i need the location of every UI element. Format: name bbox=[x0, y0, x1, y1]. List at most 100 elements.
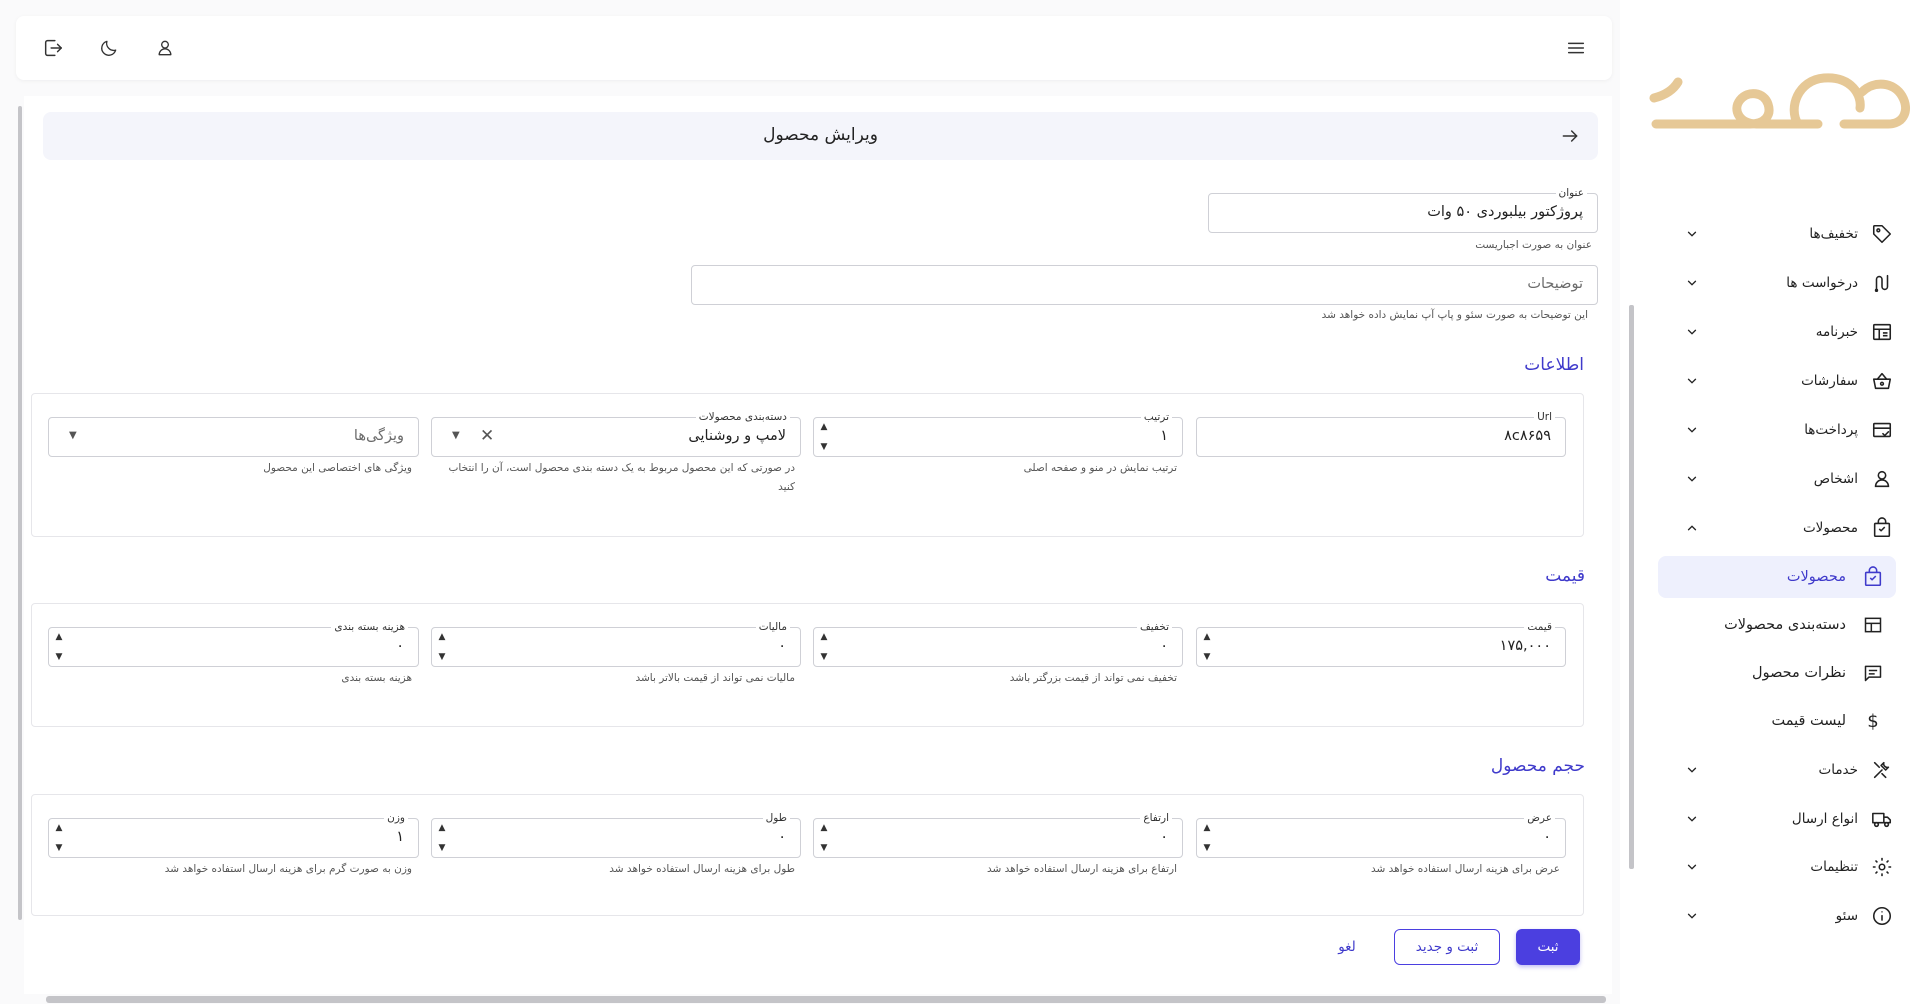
sidebar-item-persons[interactable]: اشخاص bbox=[1660, 459, 1904, 499]
submit-button[interactable]: ثبت bbox=[1516, 929, 1580, 965]
packaging-stepper[interactable]: ▲ ▼ bbox=[53, 631, 65, 663]
tax-stepper[interactable]: ▲ ▼ bbox=[436, 631, 448, 663]
discount-field[interactable]: تخفیف ۰ ▲ ▼ bbox=[813, 620, 1183, 667]
description-field[interactable]: توضیحات bbox=[691, 265, 1598, 305]
moon-icon[interactable] bbox=[97, 36, 121, 60]
length-hint: طول برای هزینه ارسال استفاده خواهد شد bbox=[609, 863, 795, 875]
chevron-down-icon[interactable]: ▼ bbox=[56, 651, 63, 663]
chevron-down-icon[interactable]: ▼ bbox=[439, 651, 446, 663]
order-stepper[interactable]: ▲ ▼ bbox=[818, 421, 830, 453]
category-select[interactable]: دسته‌بندی محصولات لامپ و روشنایی ✕ ▼ bbox=[431, 410, 801, 457]
chevron-down-icon[interactable]: ▼ bbox=[821, 441, 828, 453]
height-field[interactable]: ارتفاع ۰ ▲ ▼ bbox=[813, 811, 1183, 858]
chevron-down-icon[interactable]: ▼ bbox=[1204, 842, 1211, 854]
sidebar-item-seo[interactable]: سئو bbox=[1660, 896, 1904, 936]
sidebar-subitem-products[interactable]: محصولات bbox=[1658, 556, 1896, 598]
sidebar-item-services[interactable]: خدمات bbox=[1660, 750, 1904, 790]
chevron-down-icon[interactable] bbox=[1682, 906, 1702, 926]
sidebar-item-discounts[interactable]: تخفیف‌ها bbox=[1660, 214, 1904, 254]
dropdown-arrow-icon[interactable]: ▼ bbox=[69, 430, 77, 441]
chevron-down-icon[interactable] bbox=[1682, 857, 1702, 877]
grid-icon bbox=[1862, 614, 1884, 636]
sidebar-item-payments[interactable]: پرداخت‌ها bbox=[1660, 410, 1904, 450]
tax-value: ۰ bbox=[778, 638, 786, 654]
user-icon[interactable] bbox=[153, 36, 177, 60]
features-select[interactable]: ویژگی‌ها ▼ bbox=[48, 417, 419, 457]
sidebar-item-settings[interactable]: تنظیمات bbox=[1660, 847, 1904, 887]
cancel-button[interactable]: لغو bbox=[1320, 929, 1374, 965]
sidebar-scrollbar[interactable] bbox=[1629, 305, 1634, 869]
tax-label: مالیات bbox=[755, 620, 790, 634]
order-field[interactable]: ترتیب ۱ ▲ ▼ bbox=[813, 410, 1183, 457]
width-value: ۰ bbox=[1543, 829, 1551, 845]
chevron-up-icon[interactable]: ▲ bbox=[821, 421, 828, 433]
chevron-down-icon[interactable]: ▼ bbox=[56, 842, 63, 854]
logo bbox=[1649, 73, 1910, 129]
weight-field[interactable]: وزن ۱ ▲ ▼ bbox=[48, 811, 419, 858]
sidebar-item-products[interactable]: محصولات bbox=[1660, 508, 1904, 548]
sidebar-item-newsletter[interactable]: خبرنامه bbox=[1660, 312, 1904, 352]
arrow-right-icon[interactable] bbox=[1558, 124, 1582, 148]
sidebar-subitem-categories[interactable]: دسته‌بندی محصولات bbox=[1658, 604, 1896, 646]
chevron-down-icon[interactable] bbox=[1682, 371, 1702, 391]
order-value: ۱ bbox=[1160, 428, 1168, 444]
chevron-up-icon[interactable]: ▲ bbox=[821, 631, 828, 643]
width-field[interactable]: عرض ۰ ▲ ▼ bbox=[1196, 811, 1566, 858]
chevron-down-icon[interactable] bbox=[1682, 809, 1702, 829]
order-label: ترتیب bbox=[1140, 410, 1172, 424]
chevron-down-icon[interactable]: ▼ bbox=[821, 651, 828, 663]
chevron-down-icon[interactable] bbox=[1682, 224, 1702, 244]
chevron-up-icon[interactable]: ▲ bbox=[56, 822, 63, 834]
sidebar-item-requests[interactable]: درخواست ها bbox=[1660, 263, 1904, 303]
discount-stepper[interactable]: ▲ ▼ bbox=[818, 631, 830, 663]
chevron-down-icon[interactable] bbox=[1682, 420, 1702, 440]
logout-icon[interactable] bbox=[41, 36, 65, 60]
person-icon bbox=[1870, 467, 1894, 491]
menu-icon[interactable] bbox=[1564, 36, 1588, 60]
clear-icon[interactable]: ✕ bbox=[480, 426, 494, 446]
packaging-value: ۰ bbox=[396, 638, 404, 654]
title-field-value: پروژکتور بیلبوردی ۵۰ وات bbox=[1427, 204, 1583, 220]
height-stepper[interactable]: ▲ ▼ bbox=[818, 822, 830, 854]
tax-field[interactable]: مالیات ۰ ▲ ▼ bbox=[431, 620, 801, 667]
price-field[interactable]: قیمت ۱۷۵,۰۰۰ ▲ ▼ bbox=[1196, 620, 1566, 667]
packaging-hint: هزینه بسته بندی bbox=[341, 672, 412, 684]
length-field[interactable]: طول ۰ ▲ ▼ bbox=[431, 811, 801, 858]
vertical-scrollbar[interactable] bbox=[18, 106, 22, 920]
sidebar-item-orders[interactable]: سفارشات bbox=[1660, 361, 1904, 401]
url-value: ۸c۸۶۵۹ bbox=[1504, 428, 1551, 444]
sidebar-subitem-reviews[interactable]: نظرات محصول bbox=[1658, 652, 1896, 694]
chevron-down-icon[interactable]: ▼ bbox=[821, 842, 828, 854]
features-placeholder: ویژگی‌ها bbox=[353, 428, 404, 444]
category-hint: در صورتی که این محصول مربوط به یک دسته ب… bbox=[448, 462, 795, 493]
width-stepper[interactable]: ▲ ▼ bbox=[1201, 822, 1213, 854]
packaging-field[interactable]: هزینه بسته بندی ۰ ▲ ▼ bbox=[48, 620, 419, 667]
height-value: ۰ bbox=[1160, 829, 1168, 845]
chevron-up-icon[interactable]: ▲ bbox=[1204, 822, 1211, 834]
chevron-up-icon[interactable]: ▲ bbox=[56, 631, 63, 643]
settings-icon bbox=[1870, 855, 1894, 879]
chevron-down-icon[interactable] bbox=[1682, 273, 1702, 293]
chevron-up-icon[interactable]: ▲ bbox=[1204, 631, 1211, 643]
chevron-up-icon[interactable]: ▲ bbox=[821, 822, 828, 834]
length-stepper[interactable]: ▲ ▼ bbox=[436, 822, 448, 854]
url-field[interactable]: Url ۸c۸۶۵۹ bbox=[1196, 410, 1566, 457]
chevron-up-icon[interactable] bbox=[1682, 518, 1702, 538]
submit-new-button[interactable]: ثبت و جدید bbox=[1394, 929, 1500, 965]
chevron-down-icon[interactable] bbox=[1682, 322, 1702, 342]
sidebar-item-shipping[interactable]: انواع ارسال bbox=[1660, 799, 1904, 839]
dropdown-arrow-icon[interactable]: ▼ bbox=[452, 430, 460, 441]
horizontal-scrollbar[interactable] bbox=[46, 996, 1606, 1003]
chevron-down-icon[interactable]: ▼ bbox=[439, 842, 446, 854]
chevron-up-icon[interactable]: ▲ bbox=[439, 822, 446, 834]
chevron-down-icon[interactable]: ▼ bbox=[1204, 651, 1211, 663]
page-header: ویرایش محصول bbox=[43, 112, 1598, 160]
title-hint: عنوان به صورت اجباریست bbox=[1475, 239, 1592, 251]
title-field[interactable]: عنوان پروژکتور بیلبوردی ۵۰ وات bbox=[1208, 186, 1598, 233]
chevron-down-icon[interactable] bbox=[1682, 760, 1702, 780]
chevron-down-icon[interactable] bbox=[1682, 469, 1702, 489]
price-stepper[interactable]: ▲ ▼ bbox=[1201, 631, 1213, 663]
sidebar-subitem-price-list[interactable]: $ لیست قیمت bbox=[1658, 700, 1896, 742]
weight-stepper[interactable]: ▲ ▼ bbox=[53, 822, 65, 854]
chevron-up-icon[interactable]: ▲ bbox=[439, 631, 446, 643]
